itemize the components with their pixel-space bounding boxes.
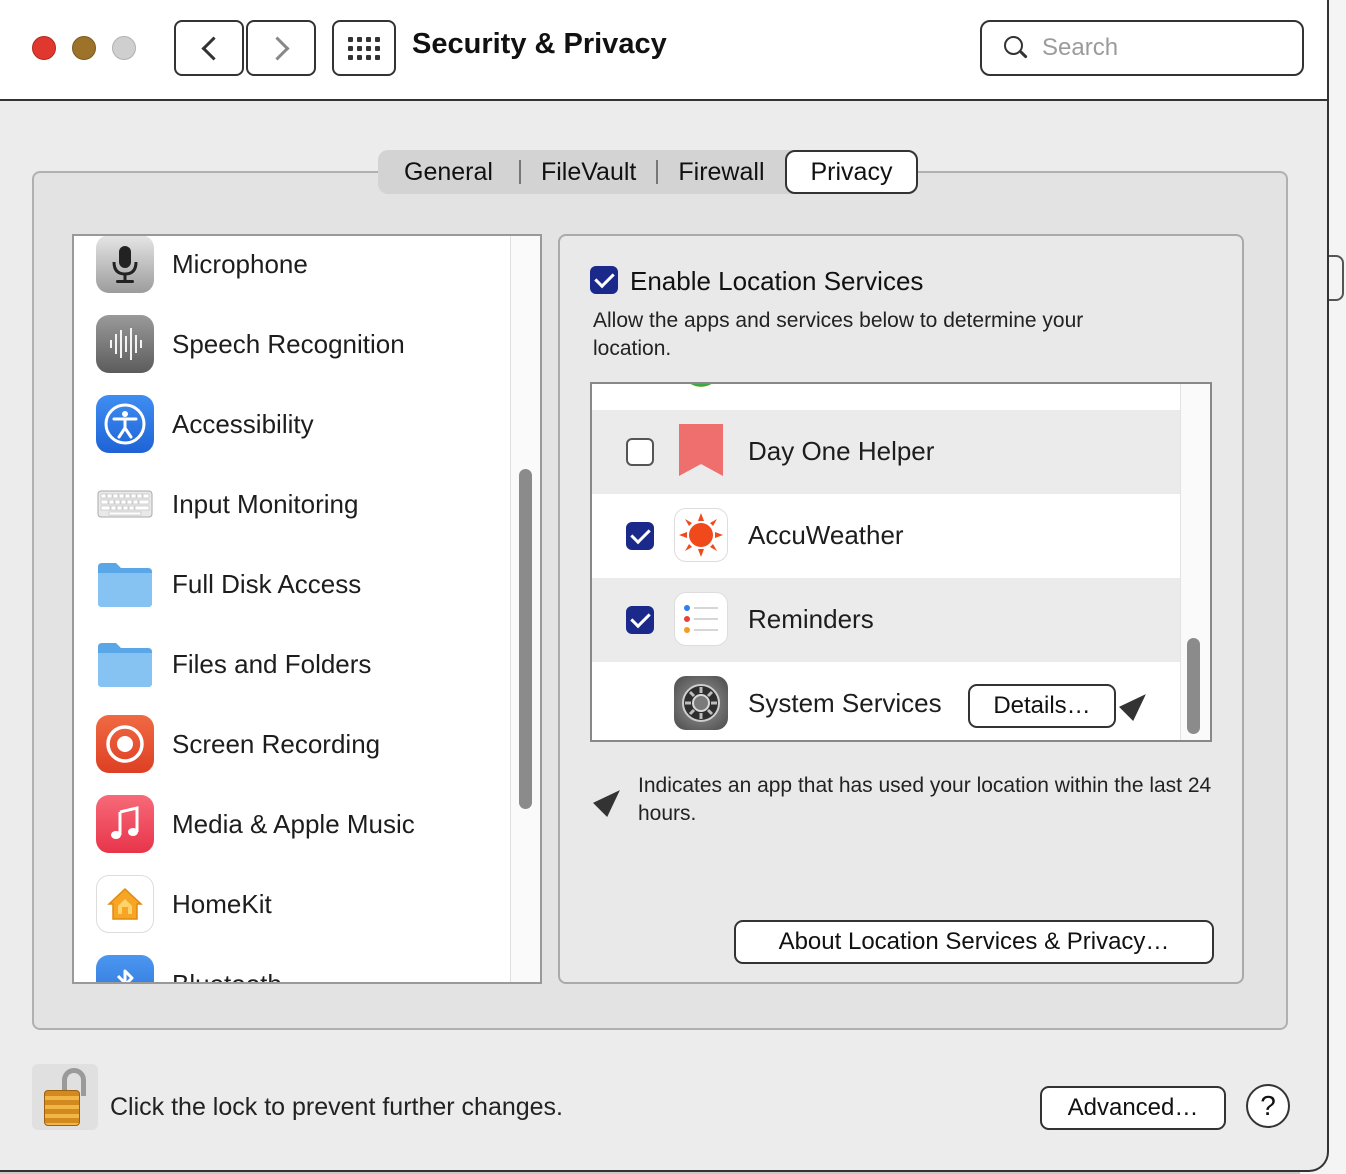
scrollbar-thumb[interactable] [519,469,532,809]
unlocked-padlock-icon [44,1090,80,1126]
location-app-list[interactable]: Day One Helper AccuWeather Reminders Sys… [590,382,1212,742]
sidebar-item-files-and-folders[interactable]: Files and Folders [74,624,504,704]
list-item-system-services[interactable]: System Services Details… [592,662,1182,740]
scrollbar-track[interactable] [510,236,540,982]
sun-icon [674,508,728,562]
app-label: AccuWeather [748,520,904,550]
back-button[interactable] [174,20,244,76]
list-item[interactable] [592,384,1182,410]
privacy-category-list[interactable]: Microphone Speech Recognition Accessibil… [72,234,542,984]
microphone-icon [96,236,154,293]
sidebar-item-accessibility[interactable]: Accessibility [74,384,504,464]
reminders-list-icon [674,592,728,646]
bookmark-icon [674,424,728,478]
sidebar-item-bluetooth[interactable]: Bluetooth [74,944,504,984]
app-label: Reminders [748,604,874,634]
enable-location-services-checkbox[interactable] [590,266,618,294]
details-button[interactable]: Details… [968,684,1116,728]
app-icon [674,384,728,394]
forward-button[interactable] [246,20,316,76]
tab-bar: General FileVault Firewall Privacy [378,150,919,194]
show-all-button[interactable] [332,20,396,76]
sidebar-item-microphone[interactable]: Microphone [74,236,504,304]
sidebar-item-speech-recognition[interactable]: Speech Recognition [74,304,504,384]
window-title: Security & Privacy [412,28,667,60]
folder-icon [96,555,154,613]
sidebar-item-input-monitoring[interactable]: Input Monitoring [74,464,504,544]
waveform-icon [96,315,154,373]
sidebar-item-full-disk-access[interactable]: Full Disk Access [74,544,504,624]
tab-privacy[interactable]: Privacy [784,150,919,194]
enable-location-services-label: Enable Location Services [630,266,924,296]
location-description: Allow the apps and services below to det… [593,309,1084,360]
list-item-day-one-helper[interactable]: Day One Helper [592,410,1182,494]
minimize-button[interactable] [72,36,96,60]
system-preferences-window: Security & Privacy General FileVault Fir… [0,0,1329,1172]
location-legend-text: Indicates an app that has used your loca… [638,774,1212,825]
zoom-button[interactable] [112,36,136,60]
home-icon [96,875,154,933]
location-arrow-icon [1119,687,1153,721]
sidebar-item-screen-recording[interactable]: Screen Recording [74,704,504,784]
lock-status-text: Click the lock to prevent further change… [110,1093,564,1121]
reminders-checkbox[interactable] [626,606,654,634]
tab-firewall[interactable]: Firewall [658,150,784,194]
sidebar-item-homekit[interactable]: HomeKit [74,864,504,944]
sidebar-item-media-apple-music[interactable]: Media & Apple Music [74,784,504,864]
grid-icon [348,36,380,60]
screen-recording-icon [96,715,154,773]
sidebar-item-label: Full Disk Access [172,568,362,599]
day-one-helper-checkbox[interactable] [626,438,654,466]
list-item-reminders[interactable]: Reminders [592,578,1182,662]
accuweather-checkbox[interactable] [626,522,654,550]
advanced-button[interactable]: Advanced… [1040,1086,1226,1130]
folder-icon [96,635,154,693]
sidebar-item-label: Microphone [172,248,308,279]
gear-icon [674,676,728,730]
lock-button[interactable] [32,1064,98,1130]
sidebar-item-label: Accessibility [172,408,314,439]
sidebar-item-label: Input Monitoring [172,488,359,519]
tab-filevault[interactable]: FileVault [521,150,656,194]
sidebar-item-label: Files and Folders [172,648,372,679]
help-button[interactable]: ? [1246,1084,1290,1128]
search-input[interactable] [1042,34,1282,62]
chevron-right-icon [264,35,290,61]
sidebar-item-label: Media & Apple Music [172,808,415,839]
bluetooth-icon [96,955,154,982]
chevron-left-icon [200,35,226,61]
tab-general[interactable]: General [378,150,519,194]
scrollbar-track[interactable] [1180,384,1210,740]
scrollbar-thumb[interactable] [1187,638,1200,734]
close-button[interactable] [32,36,56,60]
list-item-accuweather[interactable]: AccuWeather [592,494,1182,578]
sidebar-item-label: HomeKit [172,888,272,919]
about-location-services-button[interactable]: About Location Services & Privacy… [734,920,1214,964]
toolbar: Security & Privacy [0,0,1327,101]
keyboard-icon [96,475,154,533]
accessibility-icon [96,395,154,453]
sidebar-item-label: Bluetooth [172,968,282,984]
search-icon [1004,36,1028,60]
app-label: Day One Helper [748,436,935,466]
search-field[interactable] [980,20,1304,76]
sidebar-item-label: Speech Recognition [172,328,405,359]
sidebar-item-label: Screen Recording [172,728,381,759]
music-note-icon [96,795,154,853]
app-label: System Services [748,688,942,718]
